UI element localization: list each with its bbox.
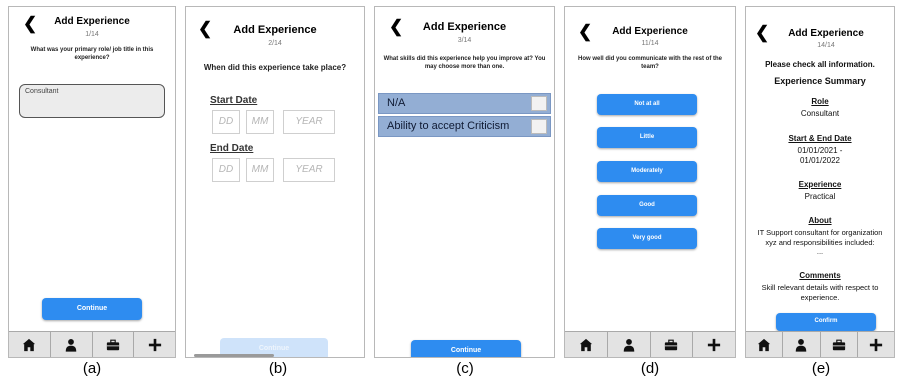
option-not-at-all[interactable]: Not at all [597,94,697,115]
caption-b: (b) [268,360,288,377]
skill-option[interactable]: Ability to accept Criticism [378,116,551,137]
step-counter: 3/14 [457,37,472,44]
experience-value: Practical [804,192,836,201]
person-icon [622,338,636,352]
start-day-input[interactable]: DD [212,110,240,134]
summary-title: Experience Summary [774,76,866,86]
comments-heading: Comments [799,271,841,280]
start-year-input[interactable]: YEAR [283,110,335,134]
start-month-input[interactable]: MM [246,110,274,134]
step-counter: 2/14 [268,40,282,47]
skill-checkbox[interactable] [531,119,547,134]
page-title: Add Experience [788,28,864,39]
confirm-button[interactable]: Confirm [776,313,876,331]
question-text: What skills did this experience help you… [383,56,546,70]
page-title: Add Experience [612,26,688,37]
screen-dates: ❮ Add Experience 2/14 When did this expe… [185,6,365,358]
option-moderately[interactable]: Moderately [597,161,697,182]
tab-home[interactable] [746,332,784,357]
tab-experience[interactable] [93,332,135,357]
bottom-nav [746,331,894,357]
tab-home[interactable] [9,332,51,357]
tab-home[interactable] [565,332,608,357]
step-counter: 14/14 [817,42,835,49]
caption-d: (d) [640,360,660,377]
bottom-nav [9,331,175,357]
experience-heading: Experience [798,180,842,189]
person-icon [794,338,808,352]
skill-label: N/A [387,97,406,109]
end-day-input[interactable]: DD [212,158,240,182]
screen-communication: ❮ Add Experience 11/14 How well did you … [564,6,736,358]
option-very-good[interactable]: Very good [597,228,697,249]
role-value: Consultant [800,109,840,118]
plus-icon [707,338,721,352]
question-text: When did this experience take place? [203,63,347,72]
comments-value-line2: experience. [800,293,840,302]
dates-value-start: 01/01/2021 - [797,146,843,155]
tab-profile[interactable] [608,332,651,357]
end-date-label: End Date [210,143,254,154]
start-date-label: Start Date [210,95,258,106]
caption-e: (e) [811,360,831,377]
about-heading: About [808,216,832,225]
end-month-input[interactable]: MM [246,158,274,182]
caption-a: (a) [82,360,102,377]
skill-option[interactable]: N/A [378,93,551,114]
tab-add[interactable] [134,332,175,357]
continue-button[interactable]: Continue [411,340,521,357]
screen-role: ❮ Add Experience 1/14 What was your prim… [8,6,176,358]
tab-experience[interactable] [821,332,858,357]
option-little[interactable]: Little [597,127,697,148]
briefcase-icon [106,338,120,352]
bottom-nav [565,331,735,357]
home-icon [757,338,771,352]
tab-profile[interactable] [783,332,821,357]
person-icon [64,338,78,352]
role-input[interactable]: Consultant [19,84,165,118]
step-counter: 11/14 [641,40,659,47]
question-text: What was your primary role/ job title in… [30,47,154,61]
page-title: Add Experience [54,16,130,27]
tab-profile[interactable] [51,332,93,357]
skill-label: Ability to accept Criticism [387,120,510,132]
scroll-indicator [194,354,274,357]
screen-skills: ❮ Add Experience 3/14 What skills did th… [374,6,555,358]
comments-value-line1: Skill relevant details with respect to [761,283,879,292]
plus-icon [869,338,883,352]
step-counter: 1/14 [85,31,99,38]
briefcase-icon [664,338,678,352]
tab-add[interactable] [693,332,735,357]
page-title: Add Experience [422,21,507,33]
question-text: How well did you communicate with the re… [577,56,722,70]
continue-button[interactable]: Continue [42,298,142,320]
option-good[interactable]: Good [597,195,697,216]
tab-add[interactable] [858,332,894,357]
briefcase-icon [832,338,846,352]
caption-c: (c) [456,360,474,377]
end-year-input[interactable]: YEAR [283,158,335,182]
dates-value-end: 01/01/2022 [799,156,841,165]
tab-experience[interactable] [651,332,694,357]
about-value-line3: ... [816,247,824,256]
dates-heading: Start & End Date [788,134,852,143]
about-value-line1: IT Support consultant for organization [757,228,883,237]
home-icon [22,338,36,352]
screen-summary: ❮ Add Experience 14/14 Please check all … [745,6,895,358]
page-title: Add Experience [233,24,317,36]
plus-icon [148,338,162,352]
instruction-text: Please check all information. [765,60,875,69]
role-heading: Role [811,97,829,106]
skill-checkbox[interactable] [531,96,547,111]
home-icon [579,338,593,352]
